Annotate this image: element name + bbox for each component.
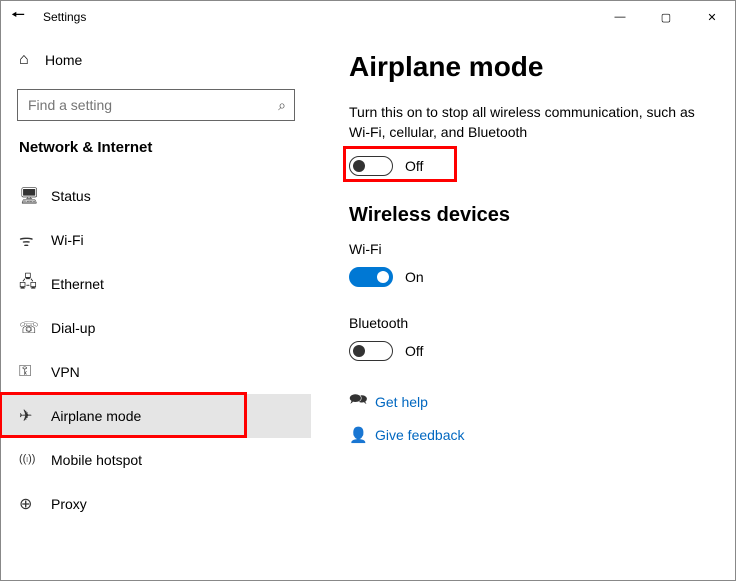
get-help-label: Get help: [375, 394, 428, 410]
search-box[interactable]: ⌕: [17, 89, 295, 121]
home-label: Home: [45, 52, 82, 68]
vpn-icon: ⚿: [19, 363, 51, 381]
sidebar-item-airplane-mode[interactable]: ✈ Airplane mode: [1, 394, 311, 438]
maximize-button[interactable]: ▢: [643, 1, 689, 33]
bluetooth-toggle-label: Off: [405, 343, 423, 359]
hotspot-icon: ((၊)): [19, 452, 51, 468]
page-title: Airplane mode: [349, 51, 711, 83]
sidebar-item-label: Proxy: [51, 496, 87, 512]
category-header: Network & Internet: [1, 139, 311, 174]
sidebar-item-label: Ethernet: [51, 276, 104, 292]
back-button[interactable]: 🠔: [11, 4, 39, 31]
window-title: Settings: [39, 10, 597, 24]
sidebar-item-status[interactable]: 🖥 Status: [1, 174, 311, 218]
airplane-description: Turn this on to stop all wireless commun…: [349, 103, 711, 142]
help-icon: 🗪: [349, 389, 375, 414]
sidebar-item-label: Status: [51, 188, 91, 204]
close-button[interactable]: ✕: [689, 1, 735, 33]
sidebar-item-mobile-hotspot[interactable]: ((၊)) Mobile hotspot: [1, 438, 311, 482]
home-icon: ⌂: [19, 51, 45, 69]
give-feedback-link[interactable]: 👤 Give feedback: [349, 426, 711, 444]
wifi-toggle-row: On: [349, 263, 711, 291]
sidebar: ⌂ Home ⌕ Network & Internet 🖥 Status ᯤ W…: [1, 33, 311, 580]
sidebar-item-label: Mobile hotspot: [51, 452, 142, 468]
feedback-icon: 👤: [349, 426, 375, 444]
minimize-button[interactable]: —: [597, 1, 643, 33]
sidebar-item-label: VPN: [51, 364, 80, 380]
sidebar-item-label: Airplane mode: [51, 408, 141, 424]
caption-buttons: — ▢ ✕: [597, 1, 735, 33]
sidebar-item-label: Wi-Fi: [51, 232, 84, 248]
ethernet-icon: 🖧: [19, 271, 51, 298]
wifi-toggle[interactable]: [349, 267, 393, 287]
sidebar-item-ethernet[interactable]: 🖧 Ethernet: [1, 262, 311, 306]
main-panel: Airplane mode Turn this on to stop all w…: [311, 33, 735, 580]
bluetooth-device-label: Bluetooth: [349, 315, 711, 331]
wifi-toggle-label: On: [405, 269, 424, 285]
wifi-device-label: Wi-Fi: [349, 241, 711, 257]
airplane-toggle-label: Off: [405, 158, 423, 174]
search-input[interactable]: [26, 96, 278, 114]
sidebar-item-dialup[interactable]: ☏ Dial-up: [1, 306, 311, 350]
airplane-toggle-row: Off: [349, 152, 711, 180]
sidebar-item-proxy[interactable]: ⊕ Proxy: [1, 482, 311, 526]
sidebar-item-label: Dial-up: [51, 320, 95, 336]
search-icon: ⌕: [278, 97, 286, 114]
get-help-link[interactable]: 🗪 Get help: [349, 389, 711, 414]
wireless-devices-header: Wireless devices: [349, 204, 711, 227]
sidebar-item-vpn[interactable]: ⚿ VPN: [1, 350, 311, 394]
bluetooth-toggle[interactable]: [349, 341, 393, 361]
proxy-icon: ⊕: [19, 494, 51, 514]
give-feedback-label: Give feedback: [375, 427, 465, 443]
airplane-icon: ✈: [19, 406, 51, 426]
bluetooth-toggle-row: Off: [349, 337, 711, 365]
status-icon: 🖥: [19, 186, 51, 206]
titlebar: 🠔 Settings — ▢ ✕: [1, 1, 735, 33]
wifi-icon: ᯤ: [19, 229, 51, 251]
airplane-toggle[interactable]: [349, 156, 393, 176]
dialup-icon: ☏: [19, 318, 51, 338]
sidebar-item-wifi[interactable]: ᯤ Wi-Fi: [1, 218, 311, 262]
home-button[interactable]: ⌂ Home: [1, 41, 311, 79]
